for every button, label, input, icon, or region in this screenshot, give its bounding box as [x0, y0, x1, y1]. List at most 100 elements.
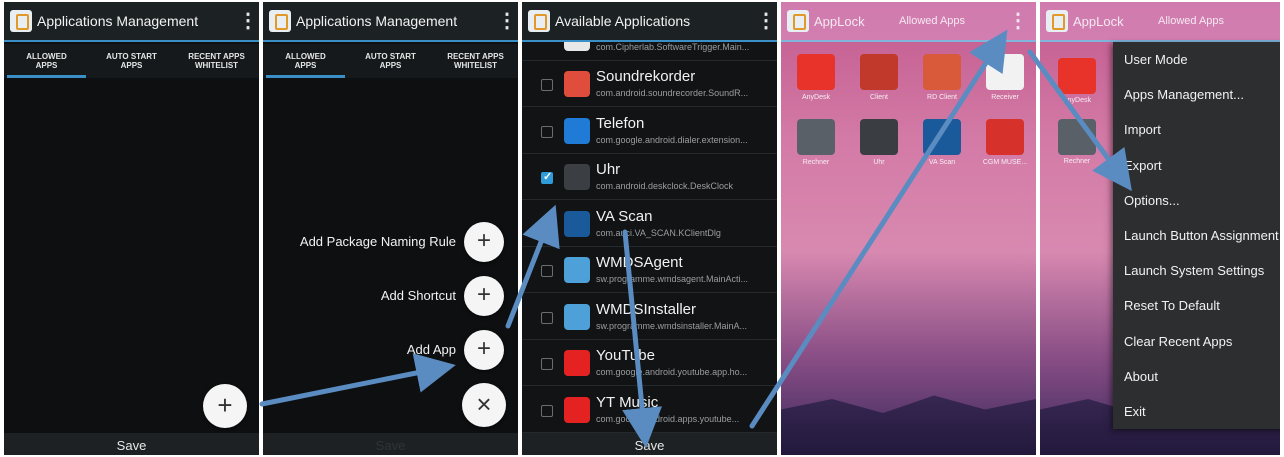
menu-item[interactable]: Launch Button Assignment — [1113, 218, 1280, 253]
app-name: WMDSAgent — [596, 254, 683, 271]
app-checkbox[interactable] — [541, 311, 553, 324]
screen-available-applications: Available Applications ⋮ com.Cipherlab.S… — [522, 2, 777, 455]
tab-auto-start-apps[interactable]: AUTO START APPS — [348, 44, 433, 78]
menu-item[interactable]: Clear Recent Apps — [1113, 324, 1280, 359]
app-checkbox[interactable] — [541, 358, 553, 370]
app-label: VA Scan — [928, 159, 956, 166]
add-app-label: Add App — [406, 342, 456, 357]
screen-applock-launcher: AppLock Allowed Apps ⋮ AnyDesk Client RD C… — [781, 2, 1036, 455]
app-tile[interactable] — [860, 119, 898, 155]
launcher-subtitle: Allowed Apps — [899, 15, 966, 27]
screen-add-actions: Applications Management ⋮ ALLOWED APPS A… — [263, 2, 518, 455]
menu-item[interactable]: Exit — [1113, 394, 1280, 429]
app-name: VA Scan — [596, 207, 653, 225]
app-tile[interactable] — [923, 54, 961, 90]
app-tile[interactable] — [797, 119, 835, 155]
app-icon — [564, 350, 590, 376]
launcher-title: AppLock — [814, 13, 865, 29]
launcher-title: AppLock — [1073, 13, 1124, 29]
menu-item[interactable]: Reset To Default — [1113, 288, 1280, 323]
app-checkbox[interactable] — [541, 79, 553, 91]
list-item[interactable]: Uhr com.android.deskclock.DeskClock — [522, 154, 777, 200]
app-tile[interactable] — [986, 54, 1024, 90]
screen-title: Available Applications — [555, 13, 691, 29]
close-fab-button[interactable]: × — [462, 383, 506, 427]
app-label: Receiver — [991, 94, 1019, 101]
launcher-bar: AppLock Allowed Apps — [1040, 2, 1280, 42]
app-checkbox[interactable] — [541, 170, 553, 184]
menu-item[interactable]: Export — [1113, 148, 1280, 183]
app-label: Uhr — [873, 159, 885, 166]
menu-item[interactable]: Options... — [1113, 183, 1280, 218]
app-package: sw.programme.wmdsagent.MainActi... — [596, 274, 749, 284]
save-button[interactable]: Save — [263, 433, 518, 455]
app-checkbox[interactable] — [541, 218, 553, 231]
tab-allowed-apps[interactable]: ALLOWED APPS — [4, 44, 89, 78]
app-name: WMDSInstaller — [596, 300, 697, 318]
add-fab-button[interactable]: + — [203, 384, 247, 428]
tab-bar: ALLOWED APPS AUTO START APPS RECENT APPS… — [4, 44, 259, 78]
app-package: sw.programme.wmdsinstaller.MainA... — [596, 320, 748, 331]
menu-item[interactable]: Apps Management... — [1113, 77, 1280, 112]
overflow-menu-icon[interactable]: ⋮ — [496, 11, 518, 31]
title-bar: Applications Management ⋮ — [4, 2, 259, 42]
tab-recent-apps-whitelist[interactable]: RECENT APPS WHITELIST — [433, 44, 518, 78]
app-icon — [564, 257, 590, 283]
app-tile[interactable] — [986, 119, 1024, 155]
add-package-naming-rule-button[interactable]: + — [464, 222, 504, 262]
app-icon — [564, 164, 590, 190]
menu-item[interactable]: Launch System Settings — [1113, 253, 1280, 288]
app-tile-anydesk[interactable] — [1058, 58, 1096, 94]
menu-item[interactable]: User Mode — [1113, 42, 1280, 77]
save-button[interactable]: Save — [4, 433, 259, 455]
app-logo-icon — [10, 10, 32, 32]
list-item[interactable]: YT Music com.google.android.apps.youtube.… — [522, 387, 777, 433]
tab-recent-apps-whitelist[interactable]: RECENT APPS WHITELIST — [174, 44, 259, 78]
screen-title: Applications Management — [37, 13, 199, 29]
menu-item[interactable]: Import — [1113, 112, 1280, 147]
tab-allowed-apps[interactable]: ALLOWED APPS — [263, 44, 348, 78]
app-name: Soundrekorder — [596, 68, 696, 85]
app-label: Rechner — [802, 159, 830, 166]
menu-item[interactable]: About — [1113, 359, 1280, 394]
list-item[interactable]: WMDSInstaller sw.programme.wmdsinstaller.… — [522, 294, 777, 340]
add-app-button[interactable]: + — [464, 330, 504, 370]
overflow-menu: User Mode Apps Management... Import Export O… — [1113, 42, 1280, 429]
app-package: com.Cipherlab.SoftwareTrigger.Main... — [596, 42, 750, 52]
app-checkbox[interactable] — [541, 404, 553, 417]
overflow-menu-icon[interactable]: ⋮ — [237, 11, 259, 31]
app-label: AnyDesk — [801, 94, 830, 101]
save-button[interactable]: Save — [522, 433, 777, 455]
app-checkbox[interactable] — [541, 125, 553, 138]
title-bar: Available Applications ⋮ — [522, 2, 777, 42]
app-icon — [564, 396, 590, 423]
list-item[interactable]: Telefon com.google.android.dialer.extensi… — [522, 108, 777, 154]
overflow-menu-icon[interactable]: ⋮ — [1007, 11, 1029, 31]
app-package: com.auci.VA_SCAN.KClientDlg — [596, 227, 721, 238]
list-item[interactable]: Soundrekorder com.android.soundrecorder.S… — [522, 61, 777, 107]
title-bar: Applications Management ⋮ — [263, 2, 518, 42]
list-item[interactable]: VA Scan com.auci.VA_SCAN.KClientDlg — [522, 201, 777, 247]
list-item[interactable]: YouTube com.google.android.youtube.app.ho… — [522, 340, 777, 386]
list-item[interactable]: com.Cipherlab.SoftwareTrigger.Main... — [522, 42, 777, 61]
screen-allowed-apps: Applications Management ⋮ ALLOWED APPS A… — [4, 2, 259, 455]
app-package: com.google.android.youtube.app.ho... — [596, 367, 748, 377]
list-item[interactable]: WMDSAgent sw.programme.wmdsagent.MainActi… — [522, 247, 777, 293]
app-label: RD Client — [927, 94, 957, 101]
launcher-subtitle: Allowed Apps — [1158, 15, 1225, 27]
app-package: com.google.android.apps.youtube... — [596, 413, 740, 424]
application-list: com.Cipherlab.SoftwareTrigger.Main... So… — [522, 42, 777, 433]
launcher-bar: AppLock Allowed Apps ⋮ — [781, 2, 1036, 42]
app-checkbox[interactable] — [541, 265, 553, 277]
overflow-menu-icon[interactable]: ⋮ — [755, 11, 777, 31]
app-tile[interactable] — [923, 119, 961, 155]
app-tile[interactable] — [797, 54, 835, 90]
app-tile-rechner[interactable] — [1058, 119, 1096, 155]
app-icon — [564, 42, 590, 51]
app-tile[interactable] — [860, 54, 898, 90]
add-shortcut-label: Add Shortcut — [380, 288, 456, 303]
screen-applock-menu: AppLock Allowed Apps AnyDesk Rechner Use… — [1040, 2, 1280, 455]
app-logo-icon — [528, 10, 550, 32]
tab-auto-start-apps[interactable]: AUTO START APPS — [89, 44, 174, 78]
add-shortcut-button[interactable]: + — [464, 276, 504, 316]
